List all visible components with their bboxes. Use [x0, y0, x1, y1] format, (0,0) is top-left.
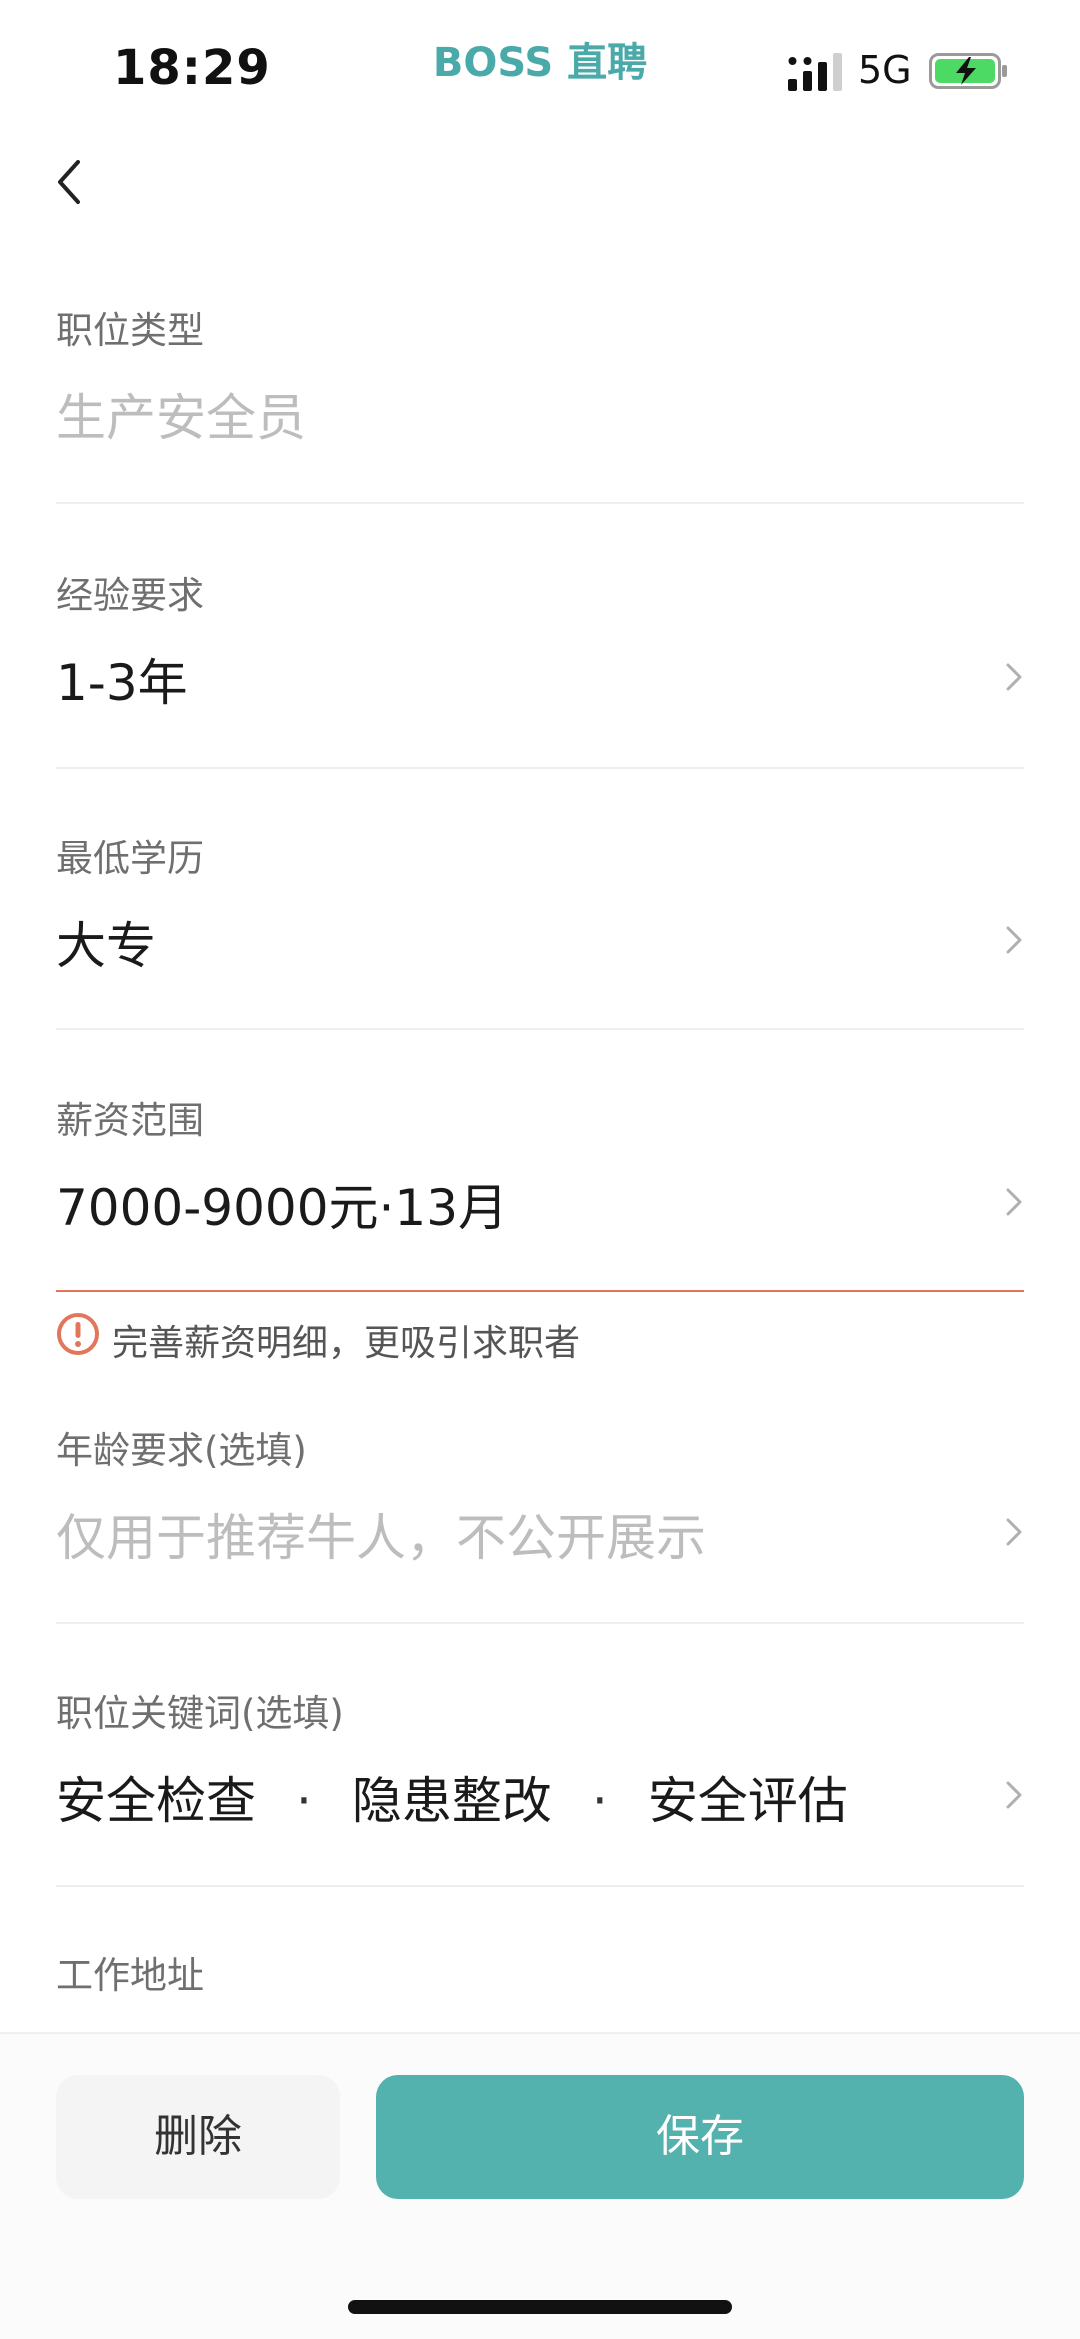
- keyword-chip: 安全评估: [647, 1772, 848, 1830]
- back-chevron-icon[interactable]: [52, 158, 88, 206]
- keyword-separator: ·: [296, 1772, 312, 1830]
- app-brand-title: BOSS 直聘: [432, 40, 648, 86]
- home-indicator[interactable]: [348, 2300, 732, 2314]
- chevron-right-icon: [1006, 1781, 1022, 1809]
- keyword-separator: ·: [591, 1772, 608, 1830]
- salary-hint-text: 完善薪资明细，更吸引求职者: [112, 1323, 581, 1364]
- save-button[interactable]: 保存: [376, 2075, 1024, 2199]
- divider: [56, 502, 1024, 504]
- field-experience[interactable]: 经验要求 1-3年: [56, 565, 1024, 770]
- education-label: 最低学历: [56, 837, 204, 880]
- signal-icon: [788, 53, 842, 91]
- age-placeholder: 仅用于推荐牛人，不公开展示: [56, 1509, 706, 1567]
- age-label: 年龄要求(选填): [56, 1429, 307, 1472]
- salary-error-divider: [56, 1290, 1024, 1292]
- experience-label: 经验要求: [56, 574, 204, 617]
- salary-label: 薪资范围: [56, 1099, 204, 1142]
- keyword-chip: 安全检查: [56, 1772, 256, 1830]
- education-value: 大专: [56, 917, 156, 975]
- field-education[interactable]: 最低学历 大专: [56, 828, 1024, 1033]
- job-type-label: 职位类型: [56, 309, 204, 352]
- network-label: 5G: [858, 48, 912, 92]
- keywords-list: 安全检查 · 隐患整改 · 安全评估: [56, 1761, 848, 1833]
- divider: [56, 1622, 1024, 1624]
- delete-button[interactable]: 删除: [56, 2075, 340, 2199]
- divider: [56, 1028, 1024, 1030]
- address-label: 工作地址: [56, 1954, 204, 1997]
- chevron-right-icon: [1006, 1518, 1022, 1546]
- field-salary[interactable]: 薪资范围 7000-9000元·13月: [56, 1090, 1024, 1295]
- field-age[interactable]: 年龄要求(选填) 仅用于推荐牛人，不公开展示: [56, 1420, 1024, 1625]
- chevron-right-icon: [1006, 926, 1022, 954]
- divider: [56, 1885, 1024, 1887]
- experience-value: 1-3年: [56, 654, 188, 712]
- keywords-label: 职位关键词(选填): [56, 1692, 344, 1735]
- salary-value: 7000-9000元·13月: [56, 1179, 509, 1237]
- keyword-chip: 隐患整改: [351, 1772, 552, 1830]
- warning-icon: [57, 1313, 99, 1355]
- field-job-type: 职位类型 生产安全员: [56, 300, 1024, 505]
- battery-charging-icon: [929, 53, 1007, 89]
- field-keywords[interactable]: 职位关键词(选填) 安全检查 · 隐患整改 · 安全评估: [56, 1683, 1024, 1888]
- job-type-value: 生产安全员: [56, 389, 306, 447]
- field-address[interactable]: 工作地址: [56, 1945, 1024, 2025]
- chevron-right-icon: [1006, 1188, 1022, 1216]
- salary-hint: 完善薪资明细，更吸引求职者: [56, 1312, 1024, 1364]
- divider: [56, 767, 1024, 769]
- chevron-right-icon: [1006, 663, 1022, 691]
- status-bar: 18:29 BOSS 直聘 5G: [0, 0, 1080, 130]
